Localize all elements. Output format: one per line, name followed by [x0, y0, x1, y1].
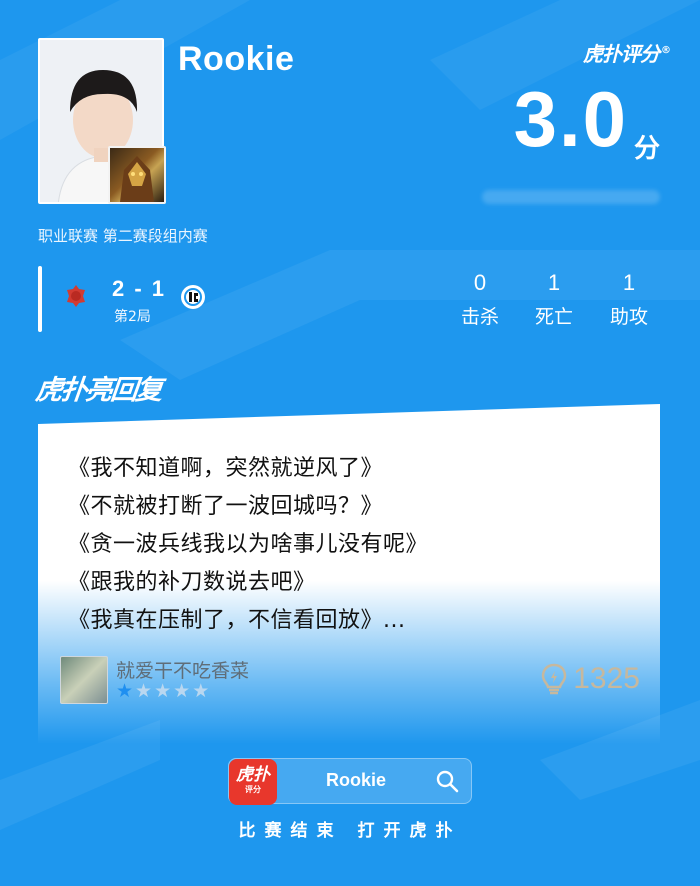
league-label: 职业联赛 第二赛段组内赛: [38, 227, 208, 245]
player-name: Rookie: [178, 40, 295, 78]
stat-value: 0: [473, 270, 487, 295]
quote-line: 《不就被打断了一波回城吗？》: [68, 494, 384, 519]
stat-label: 助攻: [609, 306, 648, 328]
series-score: 2 - 1: [112, 276, 167, 301]
stat-kills: 0 击杀: [450, 270, 510, 329]
search-query: Rookie: [326, 770, 387, 790]
game-number: 第2局: [114, 309, 151, 325]
commenter-name[interactable]: 就爱干不吃香菜: [116, 656, 249, 683]
comment-card[interactable]: 《我不知道啊，突然就逆风了》 《不就被打断了一波回城吗？》 《贪一波兵线我以为啥…: [38, 404, 660, 744]
team-badge-ig-icon: [181, 285, 205, 309]
divider: [38, 266, 42, 332]
score-unit: 分: [633, 134, 660, 164]
stat-deaths: 1 死亡: [524, 270, 584, 329]
brand-logo: 虎扑评分 ®: [583, 38, 671, 67]
app-icon-subtext: 评分: [245, 785, 261, 794]
registered-mark: ®: [661, 45, 671, 57]
lightbulb-icon: [541, 663, 567, 695]
section-title: 虎扑亮回复: [34, 375, 163, 406]
star-icon: ★: [154, 680, 174, 702]
champion-portrait-icon: [108, 146, 166, 204]
stat-label: 击杀: [460, 306, 499, 328]
quote-line: 《我真在压制了，不信看回放》...: [68, 608, 406, 633]
star-icon: ★: [192, 680, 212, 702]
app-search-bar[interactable]: 虎扑 评分 Rookie: [228, 758, 472, 805]
star-icon: ★: [173, 680, 193, 702]
commenter-avatar[interactable]: [60, 656, 108, 704]
rating-stars: ★★★★★: [116, 680, 211, 702]
hupu-app-icon[interactable]: 虎扑 评分: [229, 759, 277, 805]
player-score: 3.0: [513, 75, 628, 163]
star-icon: ★: [135, 680, 155, 702]
open-app-prompt: 比赛结束 打开虎扑: [238, 821, 462, 841]
stat-value: 1: [547, 270, 561, 295]
search-icon[interactable]: [435, 769, 459, 793]
blurred-text: [482, 190, 660, 204]
comment-body: 《我不知道啊，突然就逆风了》 《不就被打断了一波回城吗？》 《贪一波兵线我以为啥…: [68, 450, 428, 640]
app-icon-text: 虎扑: [236, 765, 270, 785]
stat-label: 死亡: [534, 306, 573, 328]
quote-line: 《我不知道啊，突然就逆风了》: [68, 456, 384, 481]
stat-assists: 1 助攻: [599, 270, 659, 329]
like-count: 1325: [573, 662, 640, 695]
quote-line: 《跟我的补刀数说去吧》: [68, 570, 316, 595]
brand-logo-text: 虎扑评分: [583, 42, 660, 66]
match-summary: 2 - 1 第2局 0 击杀 1 死亡 1 助攻: [38, 266, 660, 332]
quote-line: 《贪一波兵线我以为啥事儿没有呢》: [68, 532, 429, 557]
like-button[interactable]: 1325: [541, 662, 640, 696]
star-icon: ★: [116, 680, 136, 702]
team-badge-red-icon: [67, 285, 85, 307]
stat-value: 1: [622, 270, 636, 295]
